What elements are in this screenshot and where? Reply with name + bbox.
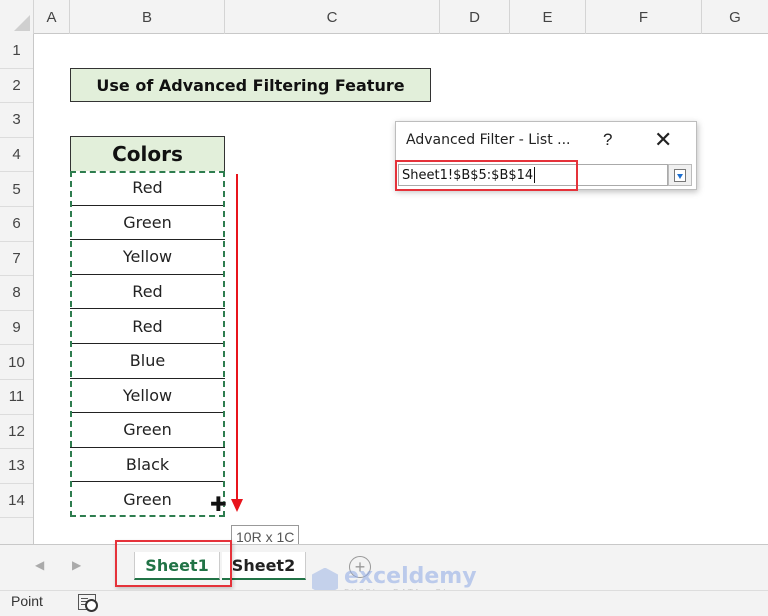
column-header-c[interactable]: C bbox=[225, 0, 440, 34]
color-cell[interactable]: Green bbox=[70, 413, 225, 448]
row-header[interactable]: 6 bbox=[0, 207, 33, 242]
expand-dialog-button[interactable] bbox=[668, 164, 692, 186]
column-header-bar: A B C D E F G bbox=[0, 0, 768, 34]
row-header[interactable]: 2 bbox=[0, 69, 33, 104]
row-header[interactable]: 12 bbox=[0, 415, 33, 450]
row-header-bar: 1 2 3 4 5 6 7 8 9 10 11 12 13 14 bbox=[0, 34, 34, 544]
list-range-value: Sheet1!$B$5:$B$14 bbox=[402, 167, 534, 183]
column-header-a[interactable]: A bbox=[34, 0, 70, 34]
advanced-filter-dialog: Advanced Filter - List ... ? ✕ Sheet1!$B… bbox=[395, 121, 697, 190]
close-button[interactable]: ✕ bbox=[654, 127, 672, 153]
color-cell[interactable]: Blue bbox=[70, 344, 225, 379]
color-cell[interactable]: Red bbox=[70, 171, 225, 206]
column-header-f[interactable]: F bbox=[586, 0, 702, 34]
color-cell[interactable]: Green bbox=[70, 482, 225, 517]
list-range-input[interactable]: Sheet1!$B$5:$B$14 bbox=[398, 164, 668, 186]
tab-sheet1[interactable]: Sheet1 bbox=[134, 552, 220, 580]
select-all-corner[interactable] bbox=[0, 0, 34, 34]
color-cell[interactable]: Yellow bbox=[70, 379, 225, 414]
drag-arrow-line bbox=[236, 174, 238, 500]
row-header[interactable]: 14 bbox=[0, 484, 33, 519]
status-bar bbox=[0, 590, 768, 616]
color-cell[interactable]: Red bbox=[70, 309, 225, 344]
color-cell[interactable]: Red bbox=[70, 275, 225, 310]
column-header-b[interactable]: B bbox=[70, 0, 225, 34]
row-header[interactable]: 3 bbox=[0, 103, 33, 138]
help-button[interactable]: ? bbox=[603, 130, 612, 150]
tab-prev-icon[interactable]: ◀ bbox=[35, 558, 44, 572]
color-cell[interactable]: Yellow bbox=[70, 240, 225, 275]
macro-record-icon[interactable] bbox=[78, 594, 98, 612]
row-header[interactable]: 8 bbox=[0, 276, 33, 311]
tab-next-icon[interactable]: ▶ bbox=[72, 558, 81, 572]
dialog-title: Advanced Filter - List ... bbox=[406, 132, 571, 148]
row-header[interactable]: 13 bbox=[0, 449, 33, 484]
sheet-title-cell[interactable]: Use of Advanced Filtering Feature bbox=[70, 68, 431, 102]
column-header-e[interactable]: E bbox=[510, 0, 586, 34]
collapse-dialog-icon bbox=[674, 168, 686, 182]
color-cell[interactable]: Black bbox=[70, 448, 225, 483]
text-caret bbox=[534, 167, 536, 183]
status-mode: Point bbox=[11, 593, 43, 609]
cell-cursor-icon: ✚ bbox=[210, 494, 227, 516]
row-header[interactable]: 5 bbox=[0, 172, 33, 207]
row-header[interactable]: 11 bbox=[0, 380, 33, 415]
tab-sheet2[interactable]: Sheet2 bbox=[222, 552, 306, 580]
row-header[interactable]: 9 bbox=[0, 311, 33, 346]
watermark-main-text: exceldemy bbox=[344, 564, 477, 589]
row-header[interactable]: 10 bbox=[0, 345, 33, 380]
row-header[interactable]: 4 bbox=[0, 138, 33, 173]
column-header-g[interactable]: G bbox=[702, 0, 768, 34]
column-header-d[interactable]: D bbox=[440, 0, 510, 34]
colors-header-cell[interactable]: Colors bbox=[70, 136, 225, 171]
color-cell[interactable]: Green bbox=[70, 206, 225, 241]
row-header[interactable]: 1 bbox=[0, 34, 33, 69]
arrow-down-icon bbox=[231, 499, 243, 512]
row-header[interactable]: 7 bbox=[0, 242, 33, 277]
